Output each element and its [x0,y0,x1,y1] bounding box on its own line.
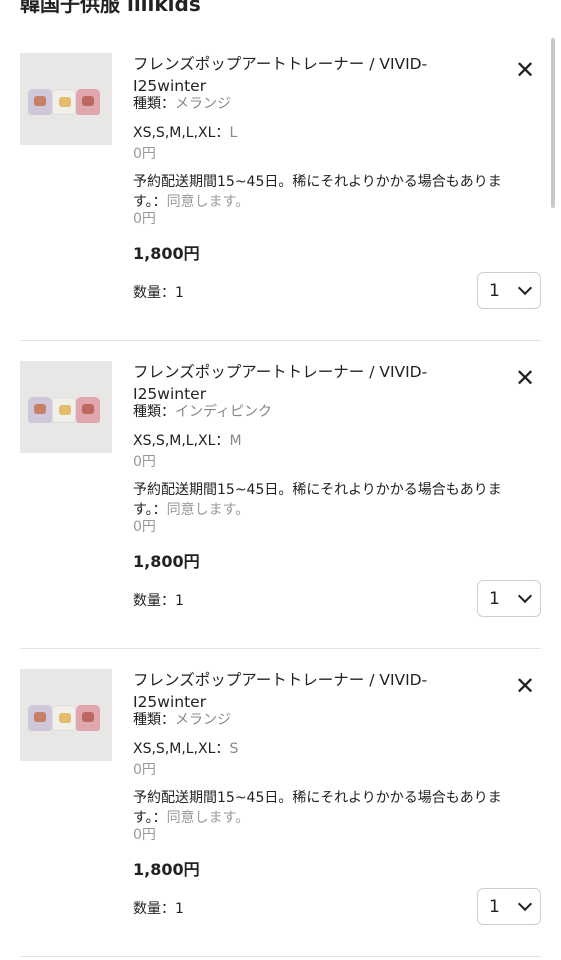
quantity-select[interactable]: 1 [477,888,541,925]
option-type-value: インディピンク [175,404,273,420]
product-name[interactable]: フレンズポップアートトレーナー / VIVID-I25winter [133,669,463,713]
item-divider [20,956,541,957]
option-type-label: 種類： [133,712,175,728]
item-price: 1,800円 [133,552,200,571]
product-name[interactable]: フレンズポップアートトレーナー / VIVID-I25winter [133,361,463,405]
quantity-label: 数量：1 [133,285,184,301]
chevron-down-icon [517,280,533,296]
item-divider [20,340,541,341]
option-type: 種類：メランジ [133,94,231,114]
option-type: 種類：インディピンク [133,402,272,422]
quantity-value: 1 [489,280,500,301]
quantity-value: 1 [489,588,500,609]
item-price: 1,800円 [133,244,200,263]
product-name[interactable]: フレンズポップアートトレーナー / VIVID-I25winter [133,53,463,97]
chevron-down-icon [517,896,533,912]
quantity-select[interactable]: 1 [477,580,541,617]
item-price: 1,800円 [133,860,200,879]
option-price: 0円 [133,146,156,162]
product-thumbnail[interactable] [20,361,112,453]
option-size-label: XS,S,M,L,XL： [133,741,230,757]
notice-price: 0円 [133,519,156,535]
option-price: 0円 [133,762,156,778]
option-type-value: メランジ [175,712,231,728]
close-icon[interactable]: ✕ [512,56,538,84]
shipping-notice-agree: 同意します。 [166,502,250,518]
option-type-label: 種類： [133,96,175,112]
shipping-notice: 予約配送期間15~45日。稀にそれよりかかる場合もあります。：同意します。 [133,480,533,520]
cart-item: フレンズポップアートトレーナー / VIVID-I25winter ✕ 種類：メ… [0,669,561,960]
option-size-value: S [229,741,239,757]
shipping-notice: 予約配送期間15~45日。稀にそれよりかかる場合もあります。：同意します。 [133,788,533,828]
notice-price: 0円 [133,827,156,843]
shipping-notice-agree: 同意します。 [166,810,250,826]
cart-item: フレンズポップアートトレーナー / VIVID-I25winter ✕ 種類：イ… [0,361,561,669]
option-size: XS,S,M,L,XL：M [133,431,242,451]
quantity-value: 1 [489,896,500,917]
option-type: 種類：メランジ [133,710,231,730]
quantity-label: 数量：1 [133,593,184,609]
option-size-label: XS,S,M,L,XL： [133,125,230,141]
option-size: XS,S,M,L,XL：S [133,739,238,759]
option-size: XS,S,M,L,XL：L [133,123,237,143]
option-size-value: L [229,125,238,141]
item-divider [20,648,541,649]
quantity-select[interactable]: 1 [477,272,541,309]
cart-item: フレンズポップアートトレーナー / VIVID-I25winter ✕ 種類：メ… [0,53,561,361]
option-type-value: メランジ [175,96,231,112]
option-size-label: XS,S,M,L,XL： [133,433,230,449]
product-thumbnail[interactable] [20,53,112,145]
chevron-down-icon [517,588,533,604]
product-thumbnail[interactable] [20,669,112,761]
quantity-label: 数量：1 [133,901,184,917]
option-size-value: M [229,433,242,449]
notice-price: 0円 [133,211,156,227]
option-price: 0円 [133,454,156,470]
close-icon[interactable]: ✕ [512,364,538,392]
shop-name-header: 韓国子供服 ililkids [20,0,201,16]
option-type-label: 種類： [133,404,175,420]
close-icon[interactable]: ✕ [512,672,538,700]
shipping-notice: 予約配送期間15~45日。稀にそれよりかかる場合もあります。：同意します。 [133,172,533,212]
shipping-notice-agree: 同意します。 [166,194,250,210]
